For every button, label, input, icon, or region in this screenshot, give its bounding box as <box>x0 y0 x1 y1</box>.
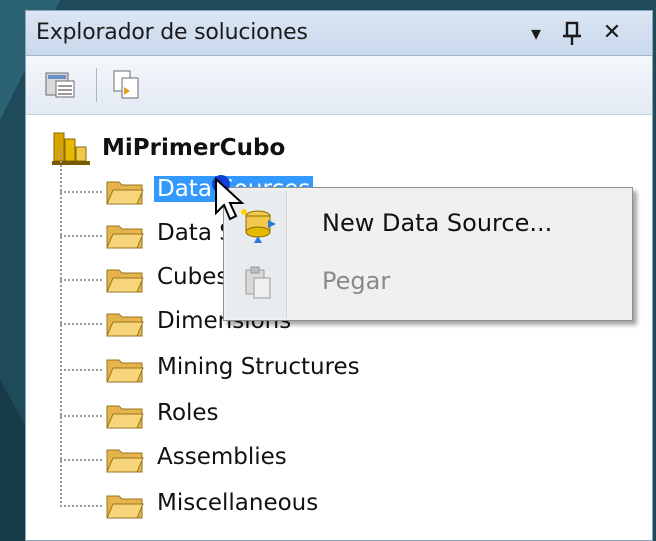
menu-item-paste[interactable]: Pegar <box>224 254 632 312</box>
tree-item-label: Assemblies <box>157 444 287 470</box>
tree-connector <box>60 279 102 281</box>
folder-icon <box>106 269 144 293</box>
tree-item-assemblies[interactable]: Assemblies <box>60 439 620 481</box>
tree-connector <box>60 415 102 417</box>
toolbar-separator <box>96 68 97 102</box>
mouse-cursor-icon <box>215 176 245 221</box>
tree-item-miscellaneous[interactable]: Miscellaneous <box>60 485 620 527</box>
menu-item-label: Pegar <box>322 267 391 295</box>
tree-item-label: Mining Structures <box>157 354 360 380</box>
dropdown-arrow-icon[interactable]: ▾ <box>522 18 550 48</box>
folder-icon <box>106 449 144 473</box>
folder-icon <box>106 405 144 429</box>
tree-connector <box>60 323 102 325</box>
tree-item-label: Cubes <box>157 264 229 290</box>
properties-icon[interactable] <box>44 69 78 101</box>
tree-connector <box>60 369 102 371</box>
menu-item-label: New Data Source... <box>322 209 553 237</box>
panel-title: Explorador de soluciones <box>36 20 308 45</box>
tree-connector <box>60 505 102 507</box>
show-all-files-icon[interactable] <box>110 69 144 101</box>
folder-icon <box>106 313 144 337</box>
folder-icon <box>106 495 144 519</box>
project-cube-icon <box>52 132 90 165</box>
paste-icon <box>245 266 271 299</box>
tree-item-mining-structures[interactable]: Mining Structures <box>60 349 620 391</box>
tree-connector <box>60 235 102 237</box>
context-menu: New Data Source... Pegar <box>223 187 633 321</box>
tree-connector <box>60 459 102 461</box>
tree-item-label: Miscellaneous <box>157 490 319 516</box>
folder-icon <box>106 225 144 249</box>
panel-toolbar <box>26 56 652 115</box>
folder-icon <box>106 181 144 205</box>
solution-tree: MiPrimerCubo Data Sources Data Source Vi… <box>26 115 652 540</box>
panel-titlebar: Explorador de soluciones ▾ ✕ <box>26 11 652 56</box>
menu-item-new-data-source[interactable]: New Data Source... <box>224 196 632 254</box>
folder-icon <box>106 359 144 383</box>
close-icon[interactable]: ✕ <box>598 18 626 48</box>
tree-connector <box>60 191 102 193</box>
pin-icon[interactable] <box>558 18 586 48</box>
tree-item-roles[interactable]: Roles <box>60 395 620 437</box>
tree-item-label: Roles <box>157 400 219 426</box>
project-name: MiPrimerCubo <box>102 135 286 161</box>
